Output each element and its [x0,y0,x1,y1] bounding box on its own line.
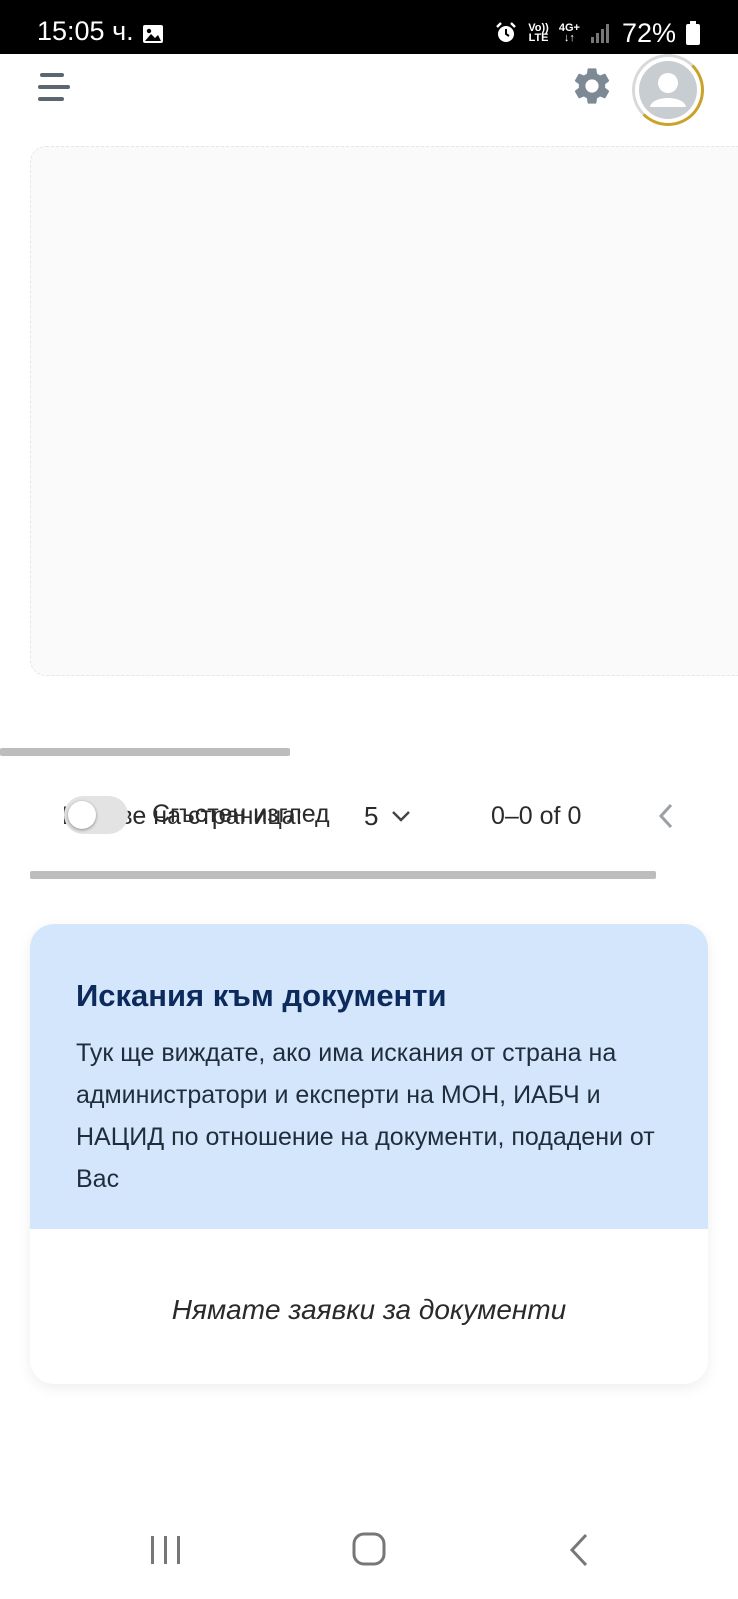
recent-apps-icon[interactable] [146,1530,186,1570]
app-bar [0,54,738,146]
card-description: Тук ще виждате, ако има искания от стран… [76,1039,655,1193]
data-grid-empty-area [30,146,738,676]
status-icons: Vo)) LTE 4G+ ↓↑ 72% [494,18,700,48]
avatar-user-icon [650,73,686,107]
document-requests-card: Искания към документи Тук ще виждате, ак… [30,924,708,1384]
rows-per-page-select[interactable]: 5 [364,796,412,836]
pagination-range: 0–0 of 0 [491,802,582,830]
compact-view-label: Сгъстен изглед [152,800,330,828]
signal-icon [590,24,609,43]
avatar[interactable] [632,54,704,126]
alarm-icon [496,22,517,42]
chevron-left-icon[interactable] [648,796,684,836]
chevron-down-icon [392,811,411,822]
battery-percent: 72% [621,17,676,48]
card-header: Искания към документи Тук ще виждате, ак… [30,924,708,1229]
toggle-knob [68,801,96,829]
card-title: Искания към документи [76,978,447,1013]
compact-view-toggle[interactable] [64,796,128,834]
system-nav-bar [0,1500,738,1599]
volte-indicator: Vo)) LTE [528,22,549,44]
horizontal-scrollbar[interactable] [0,748,290,756]
gallery-icon [143,25,163,43]
avatar-placeholder [639,61,697,119]
battery-icon [686,21,700,45]
menu-icon[interactable] [34,70,74,106]
network-indicator: 4G+ ↓↑ [558,22,580,44]
status-bar: 15:05 ч. Vo)) LTE 4G+ ↓↑ 72% [0,0,738,54]
empty-state-text: Нямате заявки за документи [171,1294,567,1325]
table-pagination-footer: Редове на страница: Сгъстен изглед 5 0–0… [0,790,738,844]
status-time: 15:05 ч. [37,16,134,46]
home-icon[interactable] [350,1530,390,1570]
back-icon[interactable] [560,1530,600,1570]
rows-per-page-value: 5 [364,800,379,831]
gear-icon[interactable] [570,64,614,108]
horizontal-scrollbar-bottom[interactable] [30,871,656,879]
